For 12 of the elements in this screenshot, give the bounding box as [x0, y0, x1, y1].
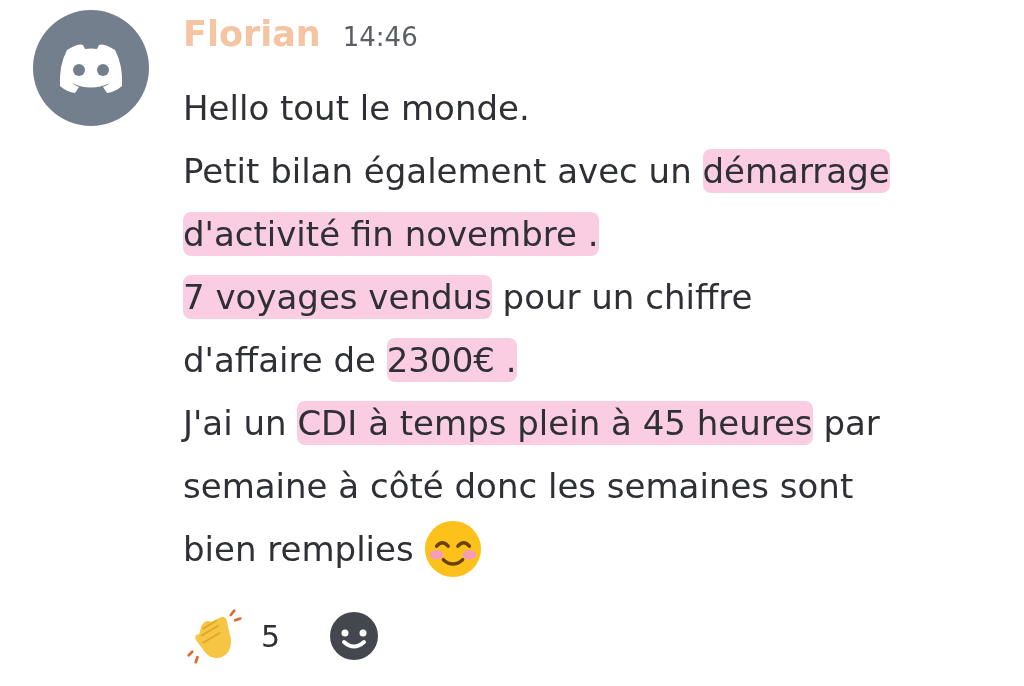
- message-text: semaine à côté donc les semaines sont: [183, 465, 854, 506]
- message-text: d'affaire de 2300€ .: [183, 339, 517, 380]
- message-text: J'ai un CDI à temps plein à 45 heures par: [183, 402, 880, 443]
- add-reaction-icon[interactable]: [330, 612, 379, 660]
- message-text: Petit bilan également avec un démarrage: [183, 150, 890, 191]
- message-text: Hello tout le monde.: [183, 87, 530, 128]
- clap-reaction[interactable]: 5: [183, 608, 281, 664]
- message-text: 7 voyages vendus pour un chiffre: [183, 276, 753, 317]
- avatar-icon[interactable]: [33, 10, 149, 126]
- message-text: d'activité fin novembre .: [183, 213, 599, 254]
- message-text: bien remplies: [183, 528, 414, 569]
- timestamp: 14:46: [342, 22, 418, 52]
